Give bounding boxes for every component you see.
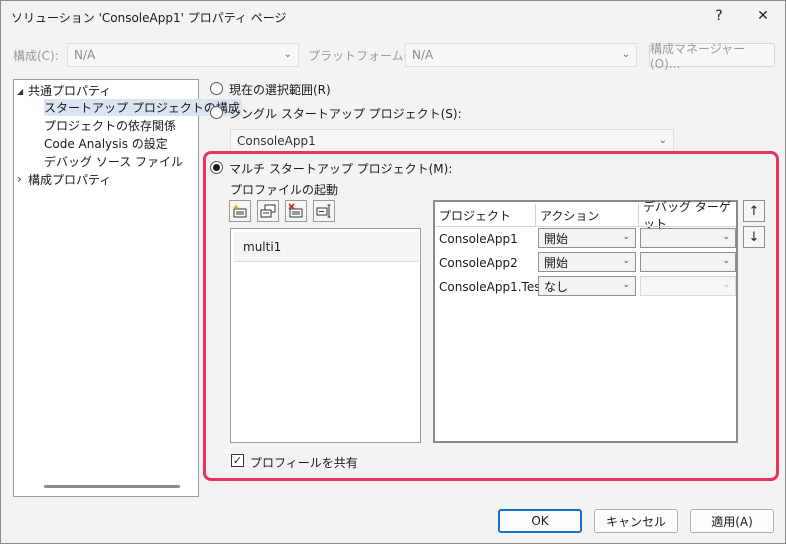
new-profile-icon (232, 204, 247, 218)
radio-current-selection[interactable] (210, 82, 223, 95)
ok-button[interactable]: OK (498, 509, 582, 533)
share-profile-checkbox[interactable]: ✓ (231, 454, 244, 467)
cancel-button[interactable]: キャンセル (594, 509, 678, 533)
profile-launch-label: プロファイルの起動 (230, 183, 339, 197)
config-select[interactable]: N/A ⌄ (67, 43, 299, 67)
platform-value: N/A (412, 48, 434, 62)
tree-item-debug-source-files[interactable]: デバッグ ソース ファイル (44, 153, 183, 170)
chevron-down-icon: ⌄ (722, 280, 730, 290)
profile-list[interactable]: multi1 (230, 228, 421, 443)
delete-profile-icon (288, 203, 303, 218)
horizontal-scrollbar[interactable] (44, 485, 180, 488)
row-action-value: なし (544, 279, 569, 294)
close-icon: ✕ (757, 8, 769, 24)
help-button[interactable]: ? (701, 3, 737, 29)
rename-profile-button[interactable] (313, 200, 335, 222)
radio-single-startup-label[interactable]: シングル スタートアップ プロジェクト(S): (229, 105, 462, 122)
property-pages-dialog: ソリューション 'ConsoleApp1' プロパティ ページ ? ✕ 構成(C… (0, 0, 786, 544)
row-debug-target-select[interactable]: ⌄ (640, 228, 736, 248)
row-action-value: 開始 (544, 255, 569, 270)
tree-item-code-analysis[interactable]: Code Analysis の設定 (44, 135, 168, 152)
chevron-down-icon: ⌄ (622, 280, 630, 290)
column-header-project[interactable]: プロジェクト (435, 204, 535, 226)
platform-select[interactable]: N/A ⌄ (405, 43, 637, 67)
radio-multi-startup[interactable] (210, 161, 223, 174)
list-item[interactable]: multi1 (234, 232, 419, 262)
share-profile-label[interactable]: プロフィールを共有 (250, 454, 358, 471)
config-value: N/A (74, 48, 96, 62)
tree-item-configuration-properties[interactable]: 構成プロパティ (28, 171, 111, 188)
title-bar: ソリューション 'ConsoleApp1' プロパティ ページ ? ✕ (1, 1, 785, 33)
chevron-down-icon: ⌄ (722, 232, 730, 242)
help-icon: ? (715, 8, 723, 24)
property-tree: ◢ 共通プロパティ スタートアップ プロジェクトの構成 プロジェクトの依存関係 … (13, 79, 242, 497)
arrow-down-icon: ↓ (748, 229, 760, 245)
single-startup-value: ConsoleApp1 (237, 134, 316, 148)
project-action-grid: プロジェクト アクション デバッグ ターゲット ConsoleApp1 開始 ⌄… (433, 200, 738, 443)
radio-single-startup[interactable] (210, 106, 223, 119)
row-project-name: ConsoleApp2 (439, 256, 518, 270)
move-down-button[interactable]: ↓ (743, 226, 765, 248)
config-manager-button[interactable]: 構成マネージャー(O)... (649, 42, 775, 71)
arrow-up-icon: ↑ (748, 203, 760, 219)
copy-profile-icon (260, 204, 276, 218)
row-debug-target-select: ⌄ (640, 276, 736, 296)
column-header-action[interactable]: アクション (536, 204, 638, 226)
column-header-debug-target[interactable]: デバッグ ターゲット (639, 200, 736, 231)
collapsed-arrow-icon[interactable]: › (17, 172, 22, 186)
config-label: 構成(C): (13, 49, 59, 63)
chevron-down-icon: ⌄ (658, 135, 667, 146)
chevron-down-icon: ⌄ (621, 49, 630, 60)
move-up-button[interactable]: ↑ (743, 200, 765, 222)
new-profile-button[interactable] (229, 200, 251, 222)
single-startup-select[interactable]: ConsoleApp1 ⌄ (230, 129, 674, 153)
copy-profile-button[interactable] (257, 200, 279, 222)
row-action-value: 開始 (544, 231, 569, 246)
chevron-down-icon: ⌄ (283, 49, 292, 60)
row-project-name: ConsoleApp1 (439, 232, 518, 246)
delete-profile-button[interactable] (285, 200, 307, 222)
checkmark-icon: ✓ (232, 454, 243, 467)
row-action-select[interactable]: 開始 ⌄ (538, 228, 636, 248)
tree-item-project-dependencies[interactable]: プロジェクトの依存関係 (44, 117, 176, 134)
close-button[interactable]: ✕ (745, 3, 781, 29)
tree-item-common-properties[interactable]: 共通プロパティ (28, 82, 111, 99)
row-debug-target-select[interactable]: ⌄ (640, 252, 736, 272)
radio-multi-startup-label[interactable]: マルチ スタートアップ プロジェクト(M): (229, 160, 452, 177)
profile-name: multi1 (243, 239, 282, 254)
apply-button[interactable]: 適用(A) (690, 509, 774, 533)
header-divider (435, 226, 736, 227)
row-action-select[interactable]: 開始 ⌄ (538, 252, 636, 272)
row-action-select[interactable]: なし ⌄ (538, 276, 636, 296)
row-project-name: ConsoleApp1.Test (439, 280, 546, 294)
rename-profile-icon (316, 204, 331, 218)
expanded-arrow-icon[interactable]: ◢ (17, 87, 23, 96)
chevron-down-icon: ⌄ (622, 232, 630, 242)
radio-current-selection-label[interactable]: 現在の選択範囲(R) (229, 81, 331, 98)
chevron-down-icon: ⌄ (722, 256, 730, 266)
dialog-title: ソリューション 'ConsoleApp1' プロパティ ページ (11, 11, 287, 25)
chevron-down-icon: ⌄ (622, 256, 630, 266)
